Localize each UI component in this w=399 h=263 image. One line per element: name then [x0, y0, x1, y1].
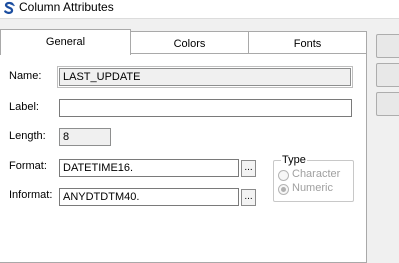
tab-general-label: General — [45, 36, 86, 48]
type-group-title: Type — [281, 154, 307, 166]
type-groupbox — [273, 160, 354, 202]
side-button-3[interactable] — [376, 92, 399, 116]
tab-fonts-label: Fonts — [293, 38, 322, 50]
name-field[interactable]: LAST_UPDATE — [57, 66, 353, 88]
informat-label: Informat: — [9, 189, 53, 201]
informat-browse-button[interactable]: ... — [241, 189, 256, 206]
length-field[interactable]: 8 — [59, 128, 111, 146]
side-button-1[interactable] — [376, 34, 399, 58]
window-title: Column Attributes — [19, 0, 114, 14]
format-browse-button[interactable]: ... — [241, 160, 256, 177]
numeric-radio-label: Numeric — [292, 182, 333, 194]
tab-general[interactable]: General — [0, 29, 131, 55]
format-field[interactable]: DATETIME16. — [59, 159, 239, 177]
character-radio-label: Character — [292, 168, 341, 180]
tab-colors[interactable]: Colors — [129, 31, 250, 54]
label-label: Label: — [9, 101, 39, 113]
name-label: Name: — [9, 70, 42, 82]
character-radio[interactable] — [278, 170, 289, 181]
length-label: Length: — [9, 130, 46, 142]
tab-colors-label: Colors — [173, 38, 206, 50]
sas-s-logo-icon — [4, 1, 15, 14]
title-bar: Column Attributes — [0, 0, 399, 19]
side-button-2[interactable] — [376, 63, 399, 87]
informat-field[interactable]: ANYDTDTM40. — [59, 188, 239, 206]
numeric-radio[interactable] — [278, 184, 289, 195]
label-field[interactable] — [59, 99, 352, 117]
format-label: Format: — [9, 160, 47, 172]
tab-fonts[interactable]: Fonts — [248, 31, 367, 54]
